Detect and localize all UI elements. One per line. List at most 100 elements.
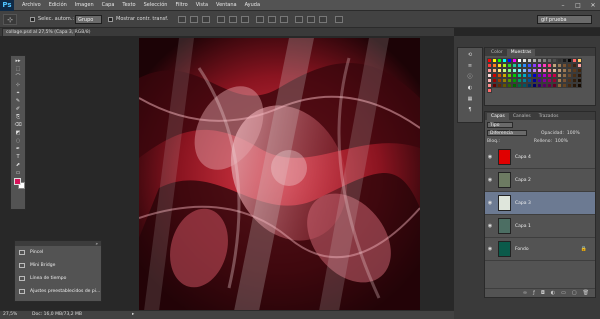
align-left-icon[interactable] (217, 16, 225, 23)
blur-tool-icon[interactable]: ◌ (11, 137, 25, 144)
menu-imagen[interactable]: Imagen (71, 2, 98, 8)
maximize-button[interactable]: □ (571, 0, 585, 11)
fill-value[interactable]: 100% (555, 139, 568, 144)
layer-filter-select[interactable]: Tipo (487, 122, 513, 128)
crop-tool-icon[interactable]: ⌖ (11, 89, 25, 96)
menu-filtro[interactable]: Filtro (171, 2, 191, 8)
group-icon[interactable]: ▭ (561, 290, 566, 296)
lasso-tool-icon[interactable]: ⌒ (11, 73, 25, 80)
panel-collapse-icon[interactable]: ▸▸ (11, 57, 25, 64)
align-bottom-icon[interactable] (202, 16, 210, 23)
layer-name[interactable]: Fondo (515, 247, 529, 252)
new-layer-icon[interactable]: ▢ (572, 290, 577, 296)
layer-row[interactable]: ◉ Capa 4 (485, 146, 595, 169)
tab-trazados[interactable]: Trazados (535, 113, 563, 120)
brush-tool-icon[interactable]: ✐ (11, 105, 25, 112)
status-menu-arrow-icon[interactable]: ▸ (132, 311, 134, 319)
layer-name[interactable]: Capa 2 (515, 178, 531, 183)
auto-align-icon[interactable] (335, 16, 343, 23)
eraser-tool-icon[interactable]: ⌫ (11, 121, 25, 128)
layer-row[interactable]: ◉ Fondo 🔒 (485, 238, 595, 261)
styles-panel-icon[interactable]: ▦ (465, 96, 475, 103)
visibility-eye-icon[interactable]: ◉ (485, 200, 495, 206)
visibility-eye-icon[interactable]: ◉ (485, 177, 495, 183)
history-panel-icon[interactable]: ⟲ (465, 52, 475, 59)
link-layers-icon[interactable]: ∞ (523, 290, 527, 296)
mask-icon[interactable]: ◘ (541, 290, 545, 296)
menu-texto[interactable]: Texto (118, 2, 139, 8)
distribute-center-icon[interactable] (307, 16, 315, 23)
color-swatch[interactable] (577, 83, 582, 88)
tab-muestras[interactable]: Muestras (506, 49, 536, 56)
layer-row[interactable]: ◉ Capa 3 (485, 192, 595, 215)
menu-vista[interactable]: Vista (192, 2, 212, 8)
flyout-item-brush-presets[interactable]: Ajustes preestablecidos de pi... (15, 285, 101, 298)
opacity-value[interactable]: 100% (567, 131, 580, 136)
distribute-right-icon[interactable] (319, 16, 327, 23)
layer-name[interactable]: Capa 4 (515, 155, 531, 160)
blend-mode-select[interactable]: Diferencia (487, 130, 527, 136)
tab-capas[interactable]: Capas (487, 113, 509, 120)
move-tool-icon[interactable]: ⊹ (3, 14, 17, 25)
flyout-item-mini-bridge[interactable]: Mini Bridge (15, 259, 101, 272)
align-center-icon[interactable] (229, 16, 237, 23)
flyout-collapse-icon[interactable]: » (96, 241, 98, 246)
pen-tool-icon[interactable]: ✒ (11, 145, 25, 152)
minimize-button[interactable]: – (556, 0, 570, 11)
auto-select-target-select[interactable]: Grupo (75, 15, 102, 24)
visibility-eye-icon[interactable]: ◉ (485, 246, 495, 252)
brush-presets-icon (19, 289, 25, 294)
tab-canales[interactable]: Canales (509, 113, 535, 120)
gradient-tool-icon[interactable]: ◩ (11, 129, 25, 136)
distribute-left-icon[interactable] (295, 16, 303, 23)
flyout-item-timeline[interactable]: Línea de tiempo (15, 272, 101, 285)
adjustments-panel-icon[interactable]: ◐ (465, 85, 475, 92)
distribute-middle-icon[interactable] (268, 16, 276, 23)
align-top-icon[interactable] (178, 16, 186, 23)
zoom-level[interactable]: 27,5% (3, 311, 17, 319)
layer-name[interactable]: Capa 3 (515, 201, 531, 206)
distribute-top-icon[interactable] (256, 16, 264, 23)
type-tool-icon[interactable]: T (11, 153, 25, 160)
color-swatch[interactable] (487, 88, 492, 93)
show-transform-checkbox[interactable] (108, 17, 113, 22)
lock-label: Bloq.: (487, 138, 500, 144)
visibility-eye-icon[interactable]: ◉ (485, 223, 495, 229)
info-panel-icon[interactable]: ⓘ (465, 74, 475, 81)
adjustment-icon[interactable]: ◐ (551, 290, 555, 296)
marquee-tool-icon[interactable]: ⬚ (11, 65, 25, 72)
collapsed-panels-flyout: » Pincel Mini Bridge Línea de tiempo Aju… (14, 240, 102, 302)
menu-seleccion[interactable]: Selección (140, 2, 172, 8)
shape-tool-icon[interactable]: ▭ (11, 169, 25, 176)
menu-ayuda[interactable]: Ayuda (241, 2, 264, 8)
tab-color[interactable]: Color (487, 49, 507, 56)
status-bar: 27,5% Doc: 16,0 MB/73,2 MB ▸ (0, 310, 454, 319)
eyedropper-tool-icon[interactable]: ✎ (11, 97, 25, 104)
visibility-eye-icon[interactable]: ◉ (485, 154, 495, 160)
menu-ventana[interactable]: Ventana (212, 2, 241, 8)
menu-archivo[interactable]: Archivo (18, 2, 45, 8)
align-middle-icon[interactable] (190, 16, 198, 23)
document-canvas-artwork[interactable] (139, 38, 420, 311)
paragraph-panel-icon[interactable]: ¶ (465, 107, 475, 114)
clone-stamp-tool-icon[interactable]: ⎘ (11, 113, 25, 120)
layer-row[interactable]: ◉ Capa 2 (485, 169, 595, 192)
close-button[interactable]: ✕ (586, 0, 600, 11)
distribute-bottom-icon[interactable] (280, 16, 288, 23)
app-logo: Ps (0, 0, 14, 11)
menu-edicion[interactable]: Edición (45, 2, 71, 8)
trash-icon[interactable]: 🗑 (583, 290, 589, 296)
path-select-tool-icon[interactable]: ⬈ (11, 161, 25, 168)
flyout-item-pincel[interactable]: Pincel (15, 246, 101, 259)
document-tab[interactable]: collage.psd al 27,5% (Capa 3, RGB/8) (2, 28, 90, 36)
fx-icon[interactable]: ƒ (533, 290, 535, 296)
menu-capa[interactable]: Capa (98, 2, 119, 8)
align-right-icon[interactable] (241, 16, 249, 23)
quick-select-tool-icon[interactable]: ⊹ (11, 81, 25, 88)
foreground-color-swatch[interactable] (14, 178, 21, 185)
workspace-select[interactable]: gif prueba (537, 15, 592, 24)
auto-select-checkbox[interactable] (30, 17, 35, 22)
layer-row[interactable]: ◉ Capa 1 (485, 215, 595, 238)
layer-name[interactable]: Capa 1 (515, 224, 531, 229)
properties-panel-icon[interactable]: ≡ (465, 63, 475, 70)
